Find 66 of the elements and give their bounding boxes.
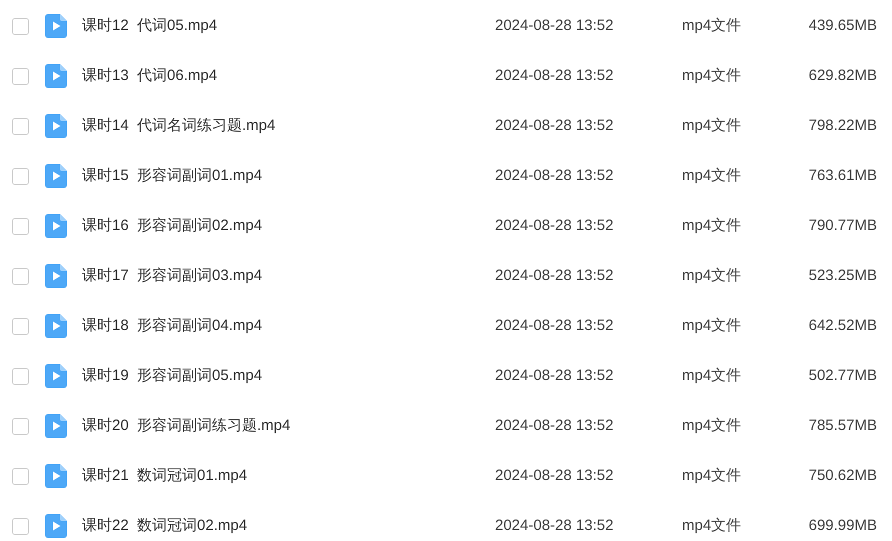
checkbox[interactable]	[12, 468, 29, 484]
video-file-icon	[45, 164, 67, 188]
file-size: 502.77MB	[808, 366, 877, 386]
file-name[interactable]: 课时14 代词名词练习题.mp4	[82, 114, 495, 138]
file-type: mp4文件	[682, 16, 742, 36]
file-size: 750.62MB	[808, 466, 877, 486]
file-name[interactable]: 课时12 代词05.mp4	[82, 14, 495, 38]
file-size: 523.25MB	[808, 266, 877, 286]
video-file-icon	[45, 514, 67, 538]
file-size: 790.77MB	[808, 216, 877, 236]
video-file-icon	[45, 114, 67, 138]
modified-date: 2024-08-28 13:52	[495, 316, 614, 336]
checkbox[interactable]	[12, 118, 29, 134]
video-file-icon	[45, 464, 67, 488]
file-size: 629.82MB	[808, 66, 877, 86]
modified-date: 2024-08-28 13:52	[495, 166, 614, 186]
file-size: 798.22MB	[808, 116, 877, 136]
file-type: mp4文件	[682, 166, 742, 186]
video-file-icon	[45, 314, 67, 338]
file-name[interactable]: 课时22 数词冠词02.mp4	[82, 514, 495, 538]
video-file-icon	[45, 64, 67, 88]
video-file-icon	[45, 264, 67, 288]
file-size: 439.65MB	[808, 16, 877, 36]
video-file-icon	[45, 14, 67, 38]
file-name[interactable]: 课时13 代词06.mp4	[82, 64, 495, 88]
video-file-icon	[45, 414, 67, 438]
modified-date: 2024-08-28 13:52	[495, 16, 614, 36]
file-name[interactable]: 课时21 数词冠词01.mp4	[82, 464, 495, 488]
checkbox[interactable]	[12, 418, 29, 434]
checkbox[interactable]	[12, 268, 29, 284]
file-name[interactable]: 课时20 形容词副词练习题.mp4	[82, 414, 495, 438]
file-name[interactable]: 课时15 形容词副词01.mp4	[82, 164, 495, 188]
modified-date: 2024-08-28 13:52	[495, 216, 614, 236]
modified-date: 2024-08-28 13:52	[495, 66, 614, 86]
file-type: mp4文件	[682, 316, 742, 336]
checkbox[interactable]	[12, 68, 29, 84]
checkbox[interactable]	[12, 368, 29, 384]
file-type: mp4文件	[682, 216, 742, 236]
file-type: mp4文件	[682, 266, 742, 286]
file-name[interactable]: 课时17 形容词副词03.mp4	[82, 264, 495, 288]
checkbox[interactable]	[12, 18, 29, 34]
video-file-icon	[45, 364, 67, 388]
modified-date: 2024-08-28 13:52	[495, 366, 614, 386]
checkbox[interactable]	[12, 518, 29, 534]
modified-date: 2024-08-28 13:52	[495, 116, 614, 136]
modified-date: 2024-08-28 13:52	[495, 266, 614, 286]
file-type: mp4文件	[682, 466, 742, 486]
file-name[interactable]: 课时16 形容词副词02.mp4	[82, 214, 495, 238]
file-size: 699.99MB	[808, 516, 877, 536]
checkbox[interactable]	[12, 218, 29, 234]
file-name[interactable]: 课时19 形容词副词05.mp4	[82, 364, 495, 388]
file-type: mp4文件	[682, 66, 742, 86]
file-size: 642.52MB	[808, 316, 877, 336]
modified-date: 2024-08-28 13:52	[495, 516, 614, 536]
modified-date: 2024-08-28 13:52	[495, 466, 614, 486]
checkbox[interactable]	[12, 318, 29, 334]
file-size: 763.61MB	[808, 166, 877, 186]
modified-date: 2024-08-28 13:52	[495, 416, 614, 436]
file-size: 785.57MB	[808, 416, 877, 436]
file-name[interactable]: 课时18 形容词副词04.mp4	[82, 314, 495, 338]
file-type: mp4文件	[682, 366, 742, 386]
video-file-icon	[45, 214, 67, 238]
file-type: mp4文件	[682, 116, 742, 136]
file-type: mp4文件	[682, 416, 742, 436]
checkbox[interactable]	[12, 168, 29, 184]
file-type: mp4文件	[682, 516, 742, 536]
